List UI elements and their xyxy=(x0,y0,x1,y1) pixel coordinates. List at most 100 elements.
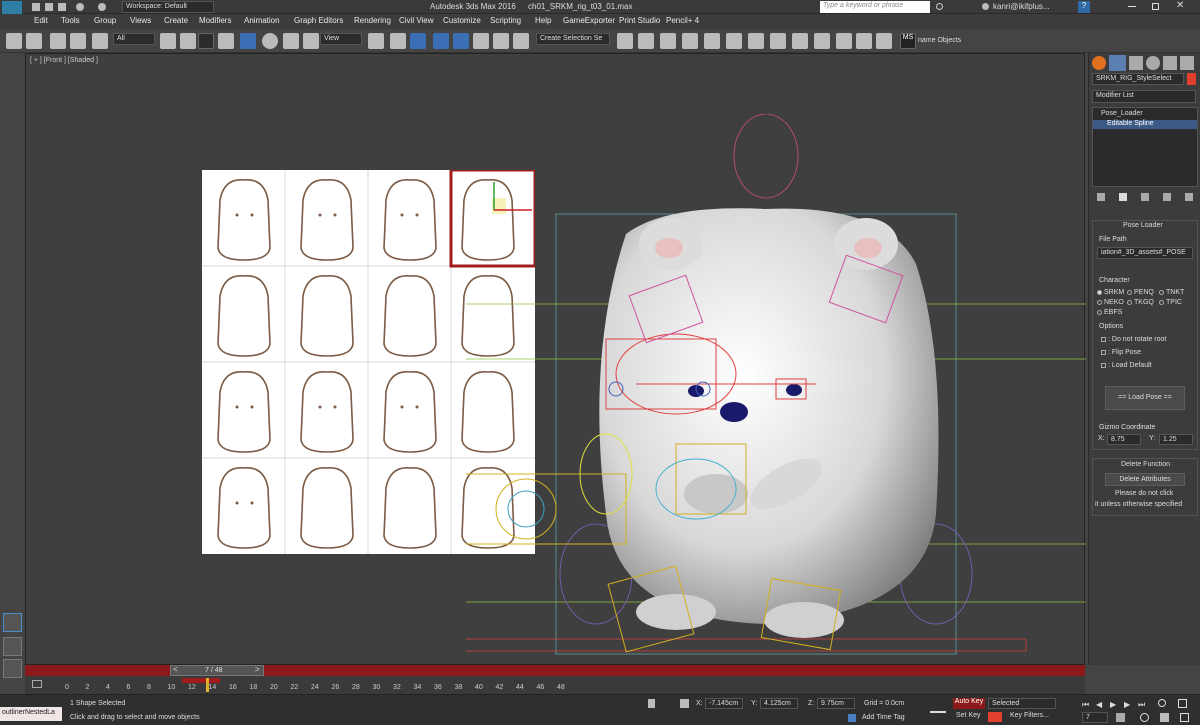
character-penq[interactable]: PENQ xyxy=(1127,289,1154,296)
modifier-stack[interactable]: Pose_Loader Editable Spline xyxy=(1092,107,1198,187)
trackbar[interactable]: 0 2 4 6 8 10 12 14 16 18 20 22 24 26 28 30 32 34 36 38 40 42 4… xyxy=(25,676,1085,694)
manipulate-icon[interactable] xyxy=(390,33,406,49)
time-config-icon[interactable] xyxy=(1116,713,1125,722)
z-coordinate-field[interactable]: 9.75cm xyxy=(817,698,855,709)
character-srkm[interactable]: SRKM xyxy=(1097,289,1124,296)
unlink-icon[interactable] xyxy=(70,33,86,49)
character-ebfs[interactable]: EBFS xyxy=(1097,309,1122,316)
key-filters-button[interactable]: Key Filters... xyxy=(1010,712,1049,719)
menu-graph-editors[interactable]: Graph Editors xyxy=(294,16,343,25)
display-tab-icon[interactable] xyxy=(1163,56,1177,70)
object-color-swatch[interactable] xyxy=(1187,73,1196,85)
render-cloud-icon[interactable] xyxy=(856,33,872,49)
search-input[interactable]: Type a keyword or phrase xyxy=(820,1,930,13)
menu-views[interactable]: Views xyxy=(130,16,151,25)
time-slider-next-icon[interactable]: > xyxy=(255,665,260,674)
scene-explorer-icon[interactable] xyxy=(682,33,698,49)
add-time-tag[interactable]: Add Time Tag xyxy=(862,714,905,721)
create-tab-icon[interactable] xyxy=(1092,56,1106,70)
character-tnkt[interactable]: TNKT xyxy=(1159,289,1184,296)
time-slider[interactable]: < 7 / 48 > xyxy=(170,665,264,676)
edit-named-selection-icon[interactable] xyxy=(513,33,529,49)
menu-civil-view[interactable]: Civil View xyxy=(399,16,434,25)
go-to-start-icon[interactable]: ⏮ xyxy=(1082,700,1089,710)
search-icon[interactable] xyxy=(936,3,943,10)
motion-tab-icon[interactable] xyxy=(1146,56,1160,70)
menu-scripting[interactable]: Scripting xyxy=(490,16,521,25)
help-icon[interactable]: ? xyxy=(1078,1,1090,13)
menu-gameexporter[interactable]: GameExporter xyxy=(563,16,615,25)
maximize-viewport-icon[interactable] xyxy=(1180,713,1189,722)
bind-spacewarp-icon[interactable] xyxy=(92,33,108,49)
character-tkgq[interactable]: TKGQ xyxy=(1127,299,1154,306)
mirror-icon[interactable] xyxy=(617,33,633,49)
option-flip-pose[interactable]: : Flip Pose xyxy=(1101,349,1141,356)
time-slider-prev-icon[interactable]: < xyxy=(173,665,178,674)
redo-icon[interactable] xyxy=(26,33,42,49)
auto-key-button[interactable]: Auto Key xyxy=(953,698,985,709)
ribbon-icon[interactable] xyxy=(704,33,720,49)
maxscript-listener-field[interactable]: outlinerNestedLa xyxy=(0,707,62,721)
rendered-frame-window-icon[interactable] xyxy=(814,33,830,49)
absolute-mode-icon[interactable] xyxy=(680,699,689,708)
zoom-icon[interactable] xyxy=(1158,699,1166,707)
file-path-field[interactable]: iation#_3D_assets#_POSE xyxy=(1097,247,1193,259)
menu-customize[interactable]: Customize xyxy=(443,16,481,25)
menu-create[interactable]: Create xyxy=(164,16,188,25)
rectangle-selection-icon[interactable] xyxy=(198,33,214,49)
utilities-tab-icon[interactable] xyxy=(1180,56,1194,70)
modifier-list-dropdown[interactable]: Modifier List xyxy=(1092,90,1196,103)
configure-modifier-icon[interactable] xyxy=(1185,193,1193,201)
go-to-end-icon[interactable]: ⏭ xyxy=(1138,700,1145,710)
viewport-layout-3-icon[interactable] xyxy=(3,659,22,678)
place-icon[interactable] xyxy=(303,33,319,49)
menu-modifiers[interactable]: Modifiers xyxy=(199,16,231,25)
viewport-front[interactable]: [ + ] [Front ] [Shaded ] xyxy=(25,53,1086,665)
object-name-field[interactable]: SRKM_RIG_StyleSelect xyxy=(1092,73,1184,85)
option-load-default[interactable]: : Load Default xyxy=(1101,362,1152,369)
schematic-view-icon[interactable] xyxy=(748,33,764,49)
gizmo-y-field[interactable]: 1.25 xyxy=(1159,434,1193,445)
snaps-toggle-icon[interactable] xyxy=(433,33,449,49)
pivot-icon[interactable] xyxy=(368,33,384,49)
menu-group[interactable]: Group xyxy=(94,16,116,25)
close-icon[interactable]: ✕ xyxy=(1176,0,1184,11)
undo-icon[interactable] xyxy=(76,3,84,11)
undo-icon[interactable] xyxy=(6,33,22,49)
gizmo-x-field[interactable]: 8.75 xyxy=(1107,434,1141,445)
set-key-button[interactable]: Set Key xyxy=(956,712,981,719)
next-frame-icon[interactable]: ▶ xyxy=(1124,700,1130,709)
viewport-label[interactable]: [ + ] [Front ] [Shaded ] xyxy=(30,57,98,64)
load-pose-button[interactable]: == Load Pose == xyxy=(1105,386,1185,410)
open-file-icon[interactable] xyxy=(45,3,53,11)
key-icon[interactable] xyxy=(930,705,946,713)
show-end-result-icon[interactable] xyxy=(1119,193,1127,201)
menu-print-studio[interactable]: Print Studio xyxy=(619,16,660,25)
current-frame-field[interactable]: 7 xyxy=(1082,712,1108,723)
zoom-extents-icon[interactable] xyxy=(1178,699,1187,708)
save-file-icon[interactable] xyxy=(58,3,66,11)
menu-pencil[interactable]: Pencil+ 4 xyxy=(666,16,699,25)
menu-rendering[interactable]: Rendering xyxy=(354,16,391,25)
time-tag-icon[interactable] xyxy=(848,714,856,722)
x-coordinate-field[interactable]: -7.145cm xyxy=(705,698,743,709)
stack-item-pose-loader[interactable]: Pose_Loader xyxy=(1101,110,1143,117)
menu-help[interactable]: Help xyxy=(535,16,551,25)
pan-icon[interactable] xyxy=(1160,713,1169,722)
orbit-icon[interactable] xyxy=(1140,713,1149,722)
viewport-layout-2-icon[interactable] xyxy=(3,637,22,656)
layer-manager-icon[interactable] xyxy=(660,33,676,49)
maxscript-icon[interactable]: MS xyxy=(900,33,916,49)
make-unique-icon[interactable] xyxy=(1141,193,1149,201)
character-tpic[interactable]: TPIC xyxy=(1159,299,1182,306)
menu-tools[interactable]: Tools xyxy=(61,16,80,25)
keyboard-shortcut-icon[interactable] xyxy=(410,33,426,49)
select-by-name-icon[interactable] xyxy=(180,33,196,49)
play-icon[interactable]: ▶ xyxy=(1110,700,1116,709)
character-rig-model[interactable] xyxy=(466,114,1086,674)
spinner-snap-icon[interactable] xyxy=(493,33,509,49)
option-do-not-rotate-root[interactable]: : Do not rotate root xyxy=(1101,336,1166,343)
render-setup-icon[interactable] xyxy=(792,33,808,49)
window-crossing-icon[interactable] xyxy=(218,33,234,49)
character-neko[interactable]: NEKO xyxy=(1097,299,1124,306)
